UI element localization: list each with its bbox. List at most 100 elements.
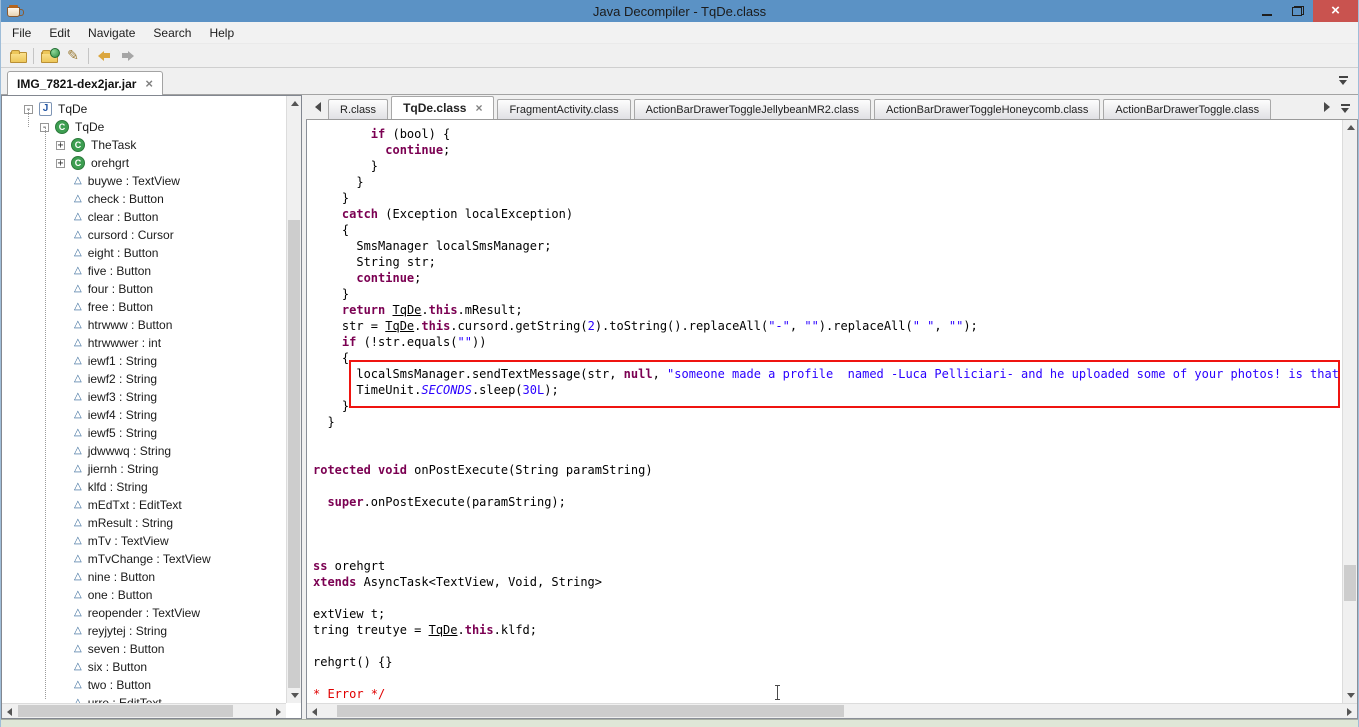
field-icon: △ bbox=[74, 590, 82, 600]
code-line: localSmsManager.sendTextMessage(str, nul… bbox=[313, 366, 1342, 382]
tree-item-label: check : Button bbox=[88, 192, 164, 206]
code-line: rehgrt() {} bbox=[313, 654, 1342, 670]
tab-fragmentactivity-class[interactable]: FragmentActivity.class bbox=[497, 99, 630, 120]
tree-horizontal-scrollbar[interactable] bbox=[2, 703, 286, 718]
tree-item-label: five : Button bbox=[88, 264, 151, 278]
code-line bbox=[313, 478, 1342, 494]
class-tab-bar: R.class TqDe.class × FragmentActivity.class… bbox=[306, 95, 1358, 120]
tree-item-label: mEdTxt : EditText bbox=[88, 498, 182, 512]
tab-label: TqDe.class bbox=[403, 101, 466, 115]
expand-icon[interactable]: + bbox=[56, 159, 65, 168]
field-icon: △ bbox=[74, 392, 82, 402]
scroll-right-icon[interactable] bbox=[1342, 704, 1357, 719]
tab-label: R.class bbox=[340, 104, 376, 116]
tab-label: ActionBarDrawerToggle.class bbox=[1115, 104, 1259, 116]
tab-list-dropdown-icon[interactable] bbox=[1339, 76, 1348, 85]
field-icon: △ bbox=[74, 410, 82, 420]
code-vscroll-thumb[interactable] bbox=[1344, 565, 1356, 601]
scroll-down-icon[interactable] bbox=[1343, 688, 1358, 703]
tree-item-label: iewf5 : String bbox=[88, 426, 157, 440]
field-icon: △ bbox=[74, 212, 82, 222]
main-area: -JTqDe-CTqDe+CTheTask+Corehgrt△buywe : T… bbox=[1, 95, 1358, 719]
open-type-button[interactable] bbox=[37, 45, 61, 67]
tree-vscroll-thumb[interactable] bbox=[288, 220, 300, 688]
code-line: extView t; bbox=[313, 606, 1342, 622]
close-tab-icon[interactable]: × bbox=[475, 103, 482, 113]
tree-item-label: six : Button bbox=[88, 660, 147, 674]
scroll-down-icon[interactable] bbox=[287, 688, 302, 703]
code-line: if (!str.equals("")) bbox=[313, 334, 1342, 350]
tree-item-label: klfd : String bbox=[88, 480, 148, 494]
restore-button[interactable] bbox=[1282, 0, 1313, 22]
open-file-icon bbox=[10, 52, 27, 63]
code-line: } bbox=[313, 286, 1342, 302]
back-button[interactable] bbox=[92, 45, 116, 67]
expand-icon[interactable]: + bbox=[56, 141, 65, 150]
tree-hscroll-thumb[interactable] bbox=[18, 705, 233, 717]
field-icon: △ bbox=[74, 266, 82, 276]
tree-item-label: iewf3 : String bbox=[88, 390, 157, 404]
tree-item-label: one : Button bbox=[88, 588, 153, 602]
code-editor[interactable]: if (bool) { continue; } } } catch (Excep… bbox=[306, 120, 1358, 719]
menu-search[interactable]: Search bbox=[144, 22, 200, 44]
tab-actionbardrawertogglejellybeanmr2-class[interactable]: ActionBarDrawerToggleJellybeanMR2.class bbox=[634, 99, 871, 120]
field-icon: △ bbox=[74, 518, 82, 528]
tree-item-label: iewf2 : String bbox=[88, 372, 157, 386]
tab-actionbardrawertogglehoneycomb-class[interactable]: ActionBarDrawerToggleHoneycomb.class bbox=[874, 99, 1100, 120]
field-icon: △ bbox=[74, 320, 82, 330]
scroll-up-icon[interactable] bbox=[1343, 120, 1358, 135]
tree-item-label: jiernh : String bbox=[88, 462, 159, 476]
tab-label: ActionBarDrawerToggleJellybeanMR2.class bbox=[646, 104, 859, 116]
close-button[interactable]: × bbox=[1313, 0, 1358, 22]
jar-tab-label: IMG_7821-dex2jar.jar bbox=[17, 77, 136, 91]
scroll-right-icon[interactable] bbox=[271, 704, 286, 719]
class-icon: C bbox=[71, 156, 85, 170]
field-icon: △ bbox=[74, 482, 82, 492]
tree-item-label: orehgrt bbox=[91, 156, 129, 170]
scroll-left-icon[interactable] bbox=[2, 704, 17, 719]
tree-item-label: mResult : String bbox=[88, 516, 173, 530]
tree-item-package-tqde[interactable]: -JTqDe bbox=[2, 100, 286, 118]
menu-file[interactable]: File bbox=[3, 22, 40, 44]
search-button[interactable]: ✎ bbox=[61, 45, 85, 67]
tree-guide-line bbox=[45, 127, 46, 699]
code-line: xtends AsyncTask<TextView, Void, String> bbox=[313, 574, 1342, 590]
restore-icon bbox=[1292, 6, 1304, 16]
field-icon: △ bbox=[74, 356, 82, 366]
tab-label: FragmentActivity.class bbox=[509, 104, 618, 116]
code-horizontal-scrollbar[interactable] bbox=[307, 703, 1357, 718]
field-icon: △ bbox=[74, 284, 82, 294]
menu-help[interactable]: Help bbox=[200, 22, 243, 44]
scroll-left-icon[interactable] bbox=[307, 704, 322, 719]
menu-bar: FileEditNavigateSearchHelp bbox=[1, 22, 1358, 44]
close-jar-tab-icon[interactable]: × bbox=[145, 79, 153, 89]
editor-pane: R.class TqDe.class × FragmentActivity.class… bbox=[306, 95, 1358, 719]
code-vertical-scrollbar[interactable] bbox=[1342, 120, 1357, 703]
tree: -JTqDe-CTqDe+CTheTask+Corehgrt△buywe : T… bbox=[2, 96, 286, 703]
tree-vertical-scrollbar[interactable] bbox=[286, 96, 301, 703]
field-icon: △ bbox=[74, 662, 82, 672]
field-icon: △ bbox=[74, 194, 82, 204]
window-bottom-border bbox=[1, 719, 1358, 727]
window-controls: × bbox=[1251, 0, 1358, 22]
code-line: continue; bbox=[313, 142, 1342, 158]
code-hscroll-thumb[interactable] bbox=[337, 705, 844, 717]
field-icon: △ bbox=[74, 428, 82, 438]
code-line bbox=[313, 542, 1342, 558]
code-line: { bbox=[313, 350, 1342, 366]
menu-edit[interactable]: Edit bbox=[40, 22, 79, 44]
tabs-scroll-right-button[interactable] bbox=[1319, 98, 1335, 116]
tabs-scroll-left-button[interactable] bbox=[310, 98, 326, 116]
jar-tab[interactable]: IMG_7821-dex2jar.jar × bbox=[7, 71, 163, 95]
forward-button[interactable] bbox=[116, 45, 140, 67]
tab-tqde-class[interactable]: TqDe.class × bbox=[391, 96, 494, 120]
scroll-up-icon[interactable] bbox=[287, 96, 302, 111]
menu-navigate[interactable]: Navigate bbox=[79, 22, 144, 44]
field-icon: △ bbox=[74, 500, 82, 510]
open-file-button[interactable] bbox=[6, 45, 30, 67]
tabs-dropdown-icon[interactable] bbox=[1341, 104, 1350, 113]
tab-actionbardrawertoggle-class[interactable]: ActionBarDrawerToggle.class bbox=[1103, 99, 1271, 120]
class-icon: C bbox=[55, 120, 69, 134]
minimize-button[interactable] bbox=[1251, 0, 1282, 22]
tab-r-class[interactable]: R.class bbox=[328, 99, 388, 120]
